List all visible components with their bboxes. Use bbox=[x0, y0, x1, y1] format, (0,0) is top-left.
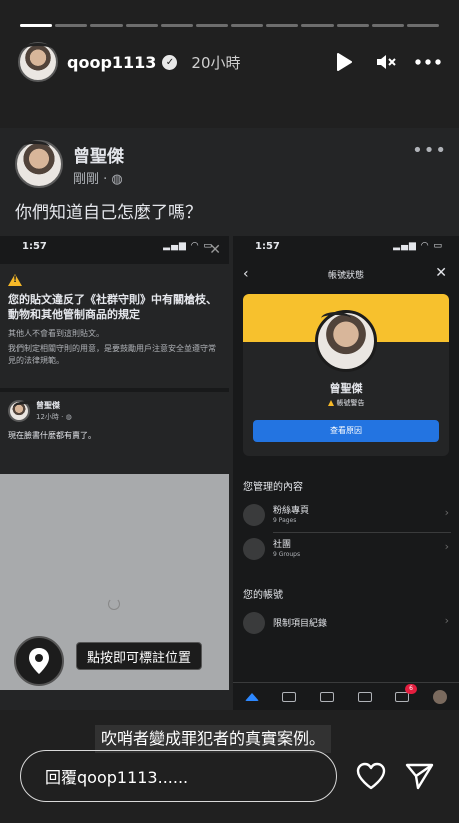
video-tab-icon bbox=[282, 691, 297, 702]
account-avatar bbox=[315, 310, 377, 372]
mini-post: 曾聖傑 12小時 · ◍ 現在臉書什麼都有賣了。 bbox=[0, 392, 229, 474]
progress-segment bbox=[20, 24, 53, 27]
notification-badge: 6 bbox=[405, 684, 417, 694]
progress-segment bbox=[55, 24, 88, 27]
mini-text: 現在臉書什麼都有賣了。 bbox=[8, 431, 96, 440]
account-card: 曾聖傑 帳號警告 查看原因 bbox=[243, 294, 449, 456]
like-heart-icon[interactable] bbox=[356, 762, 386, 790]
fb-tab-bar: 6 bbox=[233, 682, 459, 710]
row-divider bbox=[273, 532, 451, 533]
progress-segment bbox=[301, 24, 334, 27]
restrictions-label: 限制項目紀錄 bbox=[273, 619, 328, 629]
progress-segment bbox=[406, 24, 440, 27]
warning-icon-small bbox=[327, 400, 334, 406]
story-username[interactable]: qoop1113 bbox=[67, 53, 156, 72]
mini-author: 曾聖傑 bbox=[36, 401, 60, 410]
post-text: 你們知道自己怎麼了嗎？ bbox=[15, 203, 202, 223]
managed-section-title: 您管理的內容 bbox=[243, 482, 303, 493]
story-header: qoop1113 ✓ 20小時 bbox=[18, 40, 441, 84]
pages-label: 粉絲專頁 bbox=[273, 506, 310, 516]
status-bar: 1:57 ▂▄▆ ◠ ▭ bbox=[0, 236, 229, 258]
story-viewer: qoop1113 ✓ 20小時 曾聖傑 剛剛 · ◍ ••• 你們知道自己怎麼了… bbox=[0, 0, 459, 823]
chevron-right-icon: › bbox=[444, 506, 449, 519]
account-warning: 帳號警告 bbox=[243, 398, 449, 408]
status-bar-right: 1:57 ▂▄▆ ◠ ▭ bbox=[233, 236, 459, 258]
violation-notice: 您的貼文違反了《社群守則》中有關槍枝、動物和其他管制商品的規定 其他人不會看到這… bbox=[0, 264, 229, 388]
progress-segment bbox=[195, 24, 229, 27]
news-tab-icon bbox=[357, 691, 372, 702]
story-progress bbox=[20, 24, 440, 27]
status-icons: ▂▄▆ ◠ ▭ bbox=[163, 241, 213, 251]
location-pin-button[interactable] bbox=[14, 636, 64, 686]
shared-post[interactable]: 曾聖傑 剛剛 · ◍ ••• 你們知道自己怎麼了嗎？ 1:57 ▂▄▆ ◠ ▭ … bbox=[0, 128, 459, 710]
post-author-avatar[interactable] bbox=[15, 140, 63, 188]
post-time: 剛剛 · bbox=[73, 172, 112, 187]
post-more-icon[interactable]: ••• bbox=[412, 140, 447, 161]
marketplace-tab-icon bbox=[320, 691, 335, 702]
progress-segment bbox=[336, 24, 369, 27]
restrictions-row: 限制項目紀錄 › bbox=[243, 608, 451, 638]
mini-time: 12小時 · bbox=[36, 413, 66, 421]
view-reason-button: 查看原因 bbox=[253, 420, 439, 442]
groups-label: 社團 bbox=[273, 540, 292, 550]
progress-fill bbox=[20, 24, 53, 27]
close-icon: ✕ bbox=[209, 242, 221, 258]
account-status-nav: ‹ 帳號狀態 ✕ bbox=[233, 262, 459, 290]
warning-icon bbox=[8, 274, 22, 286]
story-avatar[interactable] bbox=[18, 42, 58, 82]
status-time: 1:57 bbox=[22, 241, 47, 252]
account-name: 曾聖傑 bbox=[329, 382, 363, 395]
progress-segment bbox=[231, 24, 264, 27]
chevron-right-icon: › bbox=[444, 614, 449, 627]
account-status-title: 帳號狀態 bbox=[327, 271, 364, 281]
send-icon[interactable] bbox=[404, 762, 434, 790]
list-icon bbox=[243, 612, 265, 634]
progress-segment bbox=[266, 24, 299, 27]
pages-row: 粉絲專頁 9 Pages › bbox=[243, 500, 451, 530]
groups-row: 社團 9 Groups › bbox=[243, 534, 451, 564]
progress-segment bbox=[90, 24, 123, 27]
progress-segment bbox=[371, 24, 404, 27]
home-tab-icon bbox=[244, 692, 259, 701]
pages-count: 9 Pages bbox=[273, 517, 297, 524]
progress-segment bbox=[160, 24, 193, 27]
chevron-right-icon: › bbox=[444, 540, 449, 553]
mini-meta: 12小時 · ◍ bbox=[36, 413, 72, 421]
progress-segment bbox=[125, 24, 158, 27]
loading-spinner-icon bbox=[108, 598, 120, 610]
flag-icon bbox=[243, 504, 265, 526]
groups-count: 9 Groups bbox=[273, 551, 301, 558]
post-meta: 剛剛 · ◍ bbox=[73, 168, 123, 187]
account-warning-label: 帳號警告 bbox=[336, 399, 365, 407]
more-options-icon[interactable] bbox=[415, 49, 441, 75]
groups-icon bbox=[243, 538, 265, 560]
mute-icon[interactable] bbox=[373, 49, 399, 75]
profile-tab-avatar bbox=[433, 689, 448, 704]
tag-location-hint[interactable]: 點按即可標註位置 bbox=[76, 642, 203, 670]
post-author-name[interactable]: 曾聖傑 bbox=[73, 142, 124, 167]
violation-subtitle: 其他人不會看到這則貼文。 bbox=[8, 329, 104, 338]
violation-screenshot: 1:57 ▂▄▆ ◠ ▭ ✕ 您的貼文違反了《社群守則》中有關槍枝、動物和其他管… bbox=[0, 236, 229, 690]
story-caption: 吹哨者變成罪犯者的真實案例。 bbox=[95, 725, 332, 753]
violation-description: 我們制定相關守則的用意，是要鼓勵用戶注意安全並遵守常見的法律規範。 bbox=[8, 344, 216, 365]
violation-title: 您的貼文違反了《社群守則》中有關槍枝、動物和其他管制商品的規定 bbox=[8, 293, 217, 321]
verified-icon: ✓ bbox=[162, 54, 178, 70]
close-icon-right: ✕ bbox=[435, 265, 447, 281]
mini-avatar bbox=[8, 400, 43, 422]
globe-icon: ◍ bbox=[111, 172, 123, 187]
status-time-right: 1:57 bbox=[255, 241, 280, 252]
story-timestamp: 20小時 bbox=[191, 53, 241, 72]
account-section-title: 您的帳號 bbox=[243, 590, 283, 601]
reply-input[interactable] bbox=[45, 765, 315, 789]
reply-box[interactable] bbox=[20, 750, 337, 802]
play-icon[interactable] bbox=[331, 49, 357, 75]
status-icons-right: ▂▄▆ ◠ ▭ bbox=[393, 241, 443, 251]
account-status-screenshot: 1:57 ▂▄▆ ◠ ▭ ‹ 帳號狀態 ✕ 曾聖傑 帳號警告 查看原因 您管理的… bbox=[233, 236, 459, 710]
